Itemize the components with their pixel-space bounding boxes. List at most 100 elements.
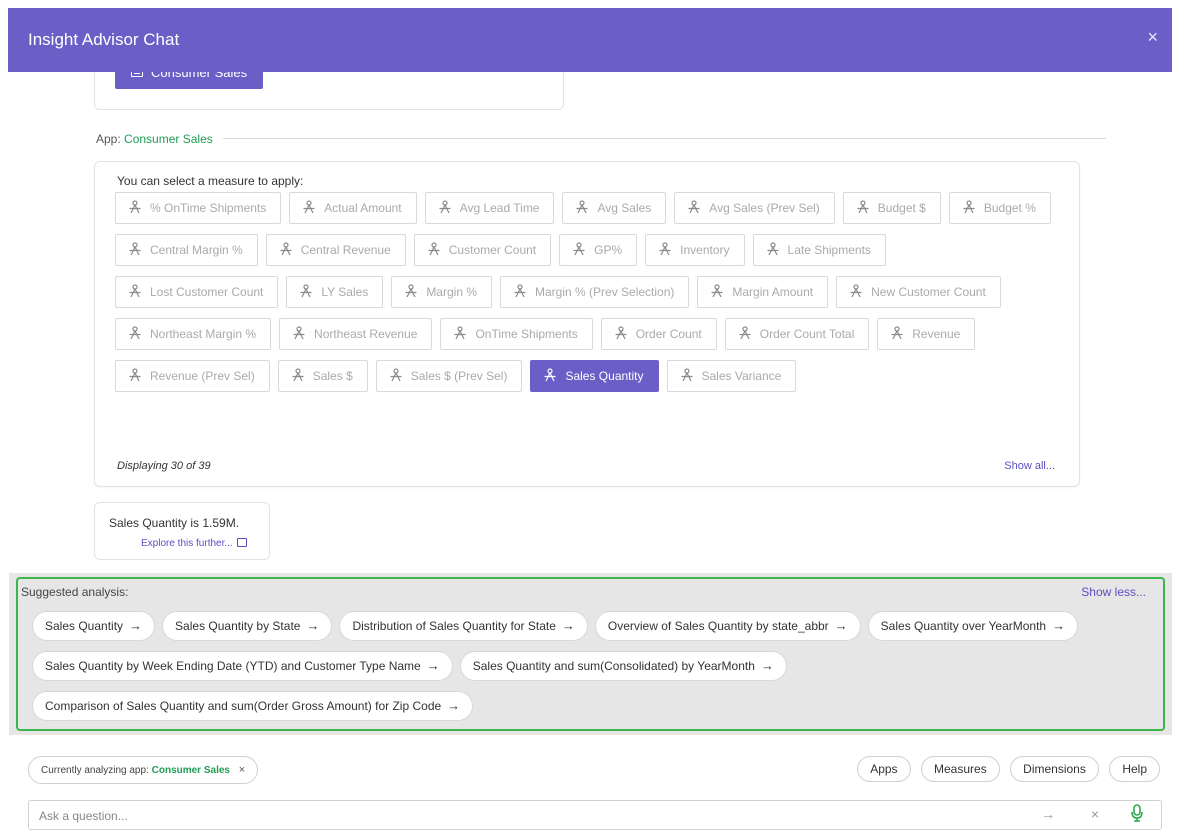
- arrow-right-icon: →: [447, 698, 461, 713]
- measures-button[interactable]: Measures: [921, 756, 1000, 782]
- measure-icon: [739, 326, 751, 340]
- suggestion-chip[interactable]: Sales Quantity and sum(Consolidated) by …: [459, 651, 787, 681]
- ask-question-bar: → ×: [28, 800, 1162, 830]
- arrow-right-icon: →: [561, 618, 575, 633]
- suggestion-chip[interactable]: Sales Quantity over YearMonth →: [867, 611, 1079, 641]
- measure-chip-label: LY Sales: [321, 285, 369, 299]
- measure-chip[interactable]: Northeast Margin %: [115, 318, 272, 350]
- displaying-count: Displaying 30 of 39: [117, 460, 211, 472]
- measure-chip[interactable]: OnTime Shipments: [440, 318, 593, 350]
- measure-chip[interactable]: Margin %: [391, 276, 492, 308]
- measure-chip[interactable]: Sales Quantity: [530, 360, 659, 392]
- chat-footer: Currently analyzing app: Consumer Sales …: [0, 738, 1180, 830]
- divider-line: [96, 138, 1106, 139]
- measure-chip-label: Order Count: [635, 327, 702, 341]
- measure-chip-label: Margin % (Prev Selection): [535, 285, 675, 299]
- suggestion-chip-label: Overview of Sales Quantity by state_abbr: [607, 619, 829, 633]
- measure-chip[interactable]: Avg Lead Time: [424, 192, 555, 224]
- measure-chip-label: Late Shipments: [787, 243, 871, 257]
- close-icon[interactable]: ×: [1147, 28, 1158, 46]
- measure-chip[interactable]: Sales Variance: [666, 360, 797, 392]
- measure-icon: [280, 242, 292, 256]
- suggestion-chip[interactable]: Comparison of Sales Quantity and sum(Ord…: [32, 691, 474, 721]
- measure-chip[interactable]: Customer Count: [413, 234, 552, 266]
- measure-chip-label: Order Count Total: [759, 327, 855, 341]
- measure-chip-label: Lost Customer Count: [150, 285, 264, 299]
- measure-chip[interactable]: Avg Sales (Prev Sel): [674, 192, 835, 224]
- dimensions-button[interactable]: Dimensions: [1010, 756, 1099, 782]
- measure-chip-label: Budget %: [983, 201, 1036, 215]
- remove-context-icon[interactable]: ×: [239, 764, 245, 776]
- measure-chip-label: Avg Lead Time: [459, 201, 540, 215]
- arrow-right-icon: →: [129, 618, 143, 633]
- measure-icon: [681, 368, 692, 382]
- measure-icon: [390, 368, 402, 382]
- suggestion-chip[interactable]: Distribution of Sales Quantity for State…: [339, 611, 588, 641]
- measure-icon: [576, 200, 588, 214]
- help-button[interactable]: Help: [1109, 756, 1160, 782]
- measure-icon: [300, 284, 312, 298]
- measure-chip[interactable]: Central Margin %: [115, 234, 258, 266]
- apps-button[interactable]: Apps: [857, 756, 911, 782]
- context-app-name: Consumer Sales: [151, 765, 230, 776]
- measure-chip-label: Central Revenue: [300, 243, 391, 257]
- show-less-link[interactable]: Show less...: [1081, 585, 1146, 599]
- app-button-consumer-sales[interactable]: Consumer Sales: [115, 72, 264, 89]
- measure-chip[interactable]: Avg Sales: [562, 192, 667, 224]
- measure-intro-text: You can select a measure to apply:: [117, 174, 304, 188]
- measure-chip[interactable]: Northeast Revenue: [279, 318, 433, 350]
- measure-chip-label: Avg Sales: [597, 201, 652, 215]
- context-app-pill: Currently analyzing app: Consumer Sales …: [28, 756, 259, 784]
- measure-chip[interactable]: GP%: [559, 234, 638, 266]
- suggestion-chip[interactable]: Sales Quantity →: [32, 611, 156, 641]
- measure-chip[interactable]: Actual Amount: [289, 192, 417, 224]
- measure-selection-card: You can select a measure to apply: % OnT…: [94, 161, 1080, 487]
- measure-icon: [688, 200, 700, 214]
- app-context-divider: App: Consumer Sales: [96, 130, 1106, 146]
- clear-icon[interactable]: ×: [1091, 806, 1099, 822]
- microphone-icon[interactable]: [1131, 804, 1143, 825]
- arrow-right-icon: →: [306, 618, 320, 633]
- suggested-analysis-panel: Suggested analysis: Show less... Sales Q…: [9, 573, 1172, 735]
- suggestion-chip[interactable]: Overview of Sales Quantity by state_abbr…: [594, 611, 861, 641]
- suggestion-chip-label: Distribution of Sales Quantity for State: [352, 619, 556, 633]
- measure-chip[interactable]: Lost Customer Count: [115, 276, 279, 308]
- send-arrow-icon[interactable]: →: [1041, 806, 1055, 822]
- list-icon: [131, 72, 143, 77]
- suggestion-chip[interactable]: Sales Quantity by Week Ending Date (YTD)…: [32, 651, 453, 681]
- measure-chip[interactable]: % OnTime Shipments: [115, 192, 282, 224]
- explore-further-link[interactable]: Explore this further...: [141, 538, 247, 549]
- measure-chip[interactable]: Revenue (Prev Sel): [115, 360, 270, 392]
- measure-chip[interactable]: Revenue: [877, 318, 976, 350]
- measure-chip[interactable]: Sales $ (Prev Sel): [375, 360, 523, 392]
- measure-chip[interactable]: Central Revenue: [265, 234, 406, 266]
- measure-chip[interactable]: Late Shipments: [752, 234, 886, 266]
- measure-chip[interactable]: Margin Amount: [697, 276, 829, 308]
- suggestion-chip[interactable]: Sales Quantity by State →: [162, 611, 333, 641]
- measure-icon: [659, 242, 671, 256]
- measure-chip-label: Central Margin %: [150, 243, 243, 257]
- suggestion-chip-label: Sales Quantity by State: [175, 619, 301, 633]
- external-link-icon: [236, 538, 247, 547]
- measure-chip[interactable]: Budget %: [948, 192, 1051, 224]
- measure-chip[interactable]: Order Count: [600, 318, 717, 350]
- measure-chip[interactable]: Order Count Total: [724, 318, 870, 350]
- measure-chip-list: % OnTime Shipments Actual Amount Avg Lead …: [115, 192, 1065, 402]
- measure-chip[interactable]: Budget $: [842, 192, 941, 224]
- chat-header: Insight Advisor Chat ×: [8, 8, 1172, 72]
- measure-icon: [129, 242, 141, 256]
- footer-button-group: Apps Measures Dimensions Help: [851, 756, 1160, 782]
- measure-chip[interactable]: Margin % (Prev Selection): [500, 276, 690, 308]
- measure-chip[interactable]: LY Sales: [286, 276, 384, 308]
- measure-chip[interactable]: Sales $: [277, 360, 368, 392]
- ask-question-input[interactable]: [39, 805, 999, 827]
- measure-chip[interactable]: New Customer Count: [836, 276, 1001, 308]
- measure-icon: [544, 368, 556, 382]
- measure-chip-label: Margin %: [426, 285, 477, 299]
- arrow-right-icon: →: [760, 658, 774, 673]
- measure-icon: [129, 368, 141, 382]
- show-all-link[interactable]: Show all...: [1004, 460, 1055, 472]
- measure-chip[interactable]: Inventory: [645, 234, 745, 266]
- measure-icon: [711, 284, 723, 298]
- chat-title: Insight Advisor Chat: [28, 30, 180, 49]
